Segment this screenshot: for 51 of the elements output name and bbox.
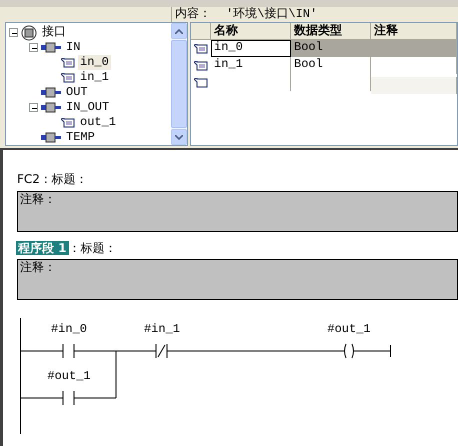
contact-symbol xyxy=(156,344,168,358)
tree-item[interactable]: in_1 xyxy=(78,70,111,85)
column-header[interactable]: 名称 xyxy=(211,23,291,40)
operand-label: #out_1 xyxy=(327,322,371,336)
header-corner xyxy=(191,23,211,40)
content-path: '环境\接口\IN' xyxy=(226,7,318,22)
tree-item[interactable]: TEMP xyxy=(64,130,97,145)
block-title: FC2 : 标题： xyxy=(17,172,89,188)
column-header[interactable]: 数据类型 xyxy=(291,23,371,40)
network-title: ：标题： xyxy=(68,240,117,256)
scroll-up-button[interactable] xyxy=(171,23,187,39)
coil-symbol xyxy=(344,344,354,358)
connector-icon xyxy=(41,87,61,98)
table-cell[interactable]: Bool xyxy=(291,57,371,74)
tree-item[interactable]: IN xyxy=(64,40,82,55)
scrollbar-track[interactable] xyxy=(171,23,187,145)
tag-icon xyxy=(194,60,208,70)
operand-label: #out_1 xyxy=(47,369,91,383)
operand-label: #in_0 xyxy=(51,322,87,336)
column-header[interactable]: 注释 xyxy=(371,23,457,40)
comment-field[interactable]: 注释： xyxy=(17,259,458,300)
tag-icon xyxy=(194,44,208,54)
operand-label: #in_1 xyxy=(144,322,180,336)
contact-symbol xyxy=(62,344,74,358)
caret-down-icon xyxy=(175,134,183,140)
tag-icon xyxy=(61,72,75,82)
tag-icon xyxy=(61,58,75,68)
table-cell[interactable]: Bool xyxy=(291,40,371,57)
connector-icon xyxy=(41,102,61,113)
tag-icon xyxy=(61,118,75,128)
tree-item[interactable]: out_1 xyxy=(78,115,118,130)
empty-tag-icon xyxy=(194,78,208,88)
toggle-button[interactable] xyxy=(29,43,38,52)
network-label[interactable]: 程序段 1 xyxy=(16,240,69,256)
table-cell[interactable]: in_1 xyxy=(211,57,291,74)
contact-symbol xyxy=(62,390,74,406)
tree-item[interactable]: IN_OUT xyxy=(64,100,112,115)
content-label: 内容： xyxy=(174,7,212,22)
connector-icon xyxy=(41,132,61,143)
caret-up-icon xyxy=(175,28,183,34)
tree-item[interactable]: in_0 xyxy=(78,55,111,70)
scroll-down-button[interactable] xyxy=(171,129,187,145)
interface-icon xyxy=(21,24,37,40)
tree-item[interactable]: OUT xyxy=(64,85,90,100)
toggle-button[interactable] xyxy=(29,103,38,112)
tree-item[interactable]: 接口 xyxy=(40,25,68,40)
comment-field[interactable]: 注释： xyxy=(17,191,458,232)
toggle-button[interactable] xyxy=(9,28,18,37)
table-cell[interactable]: in_0 xyxy=(211,40,291,57)
connector-icon xyxy=(41,42,61,53)
scroll-thumb[interactable] xyxy=(171,40,187,128)
